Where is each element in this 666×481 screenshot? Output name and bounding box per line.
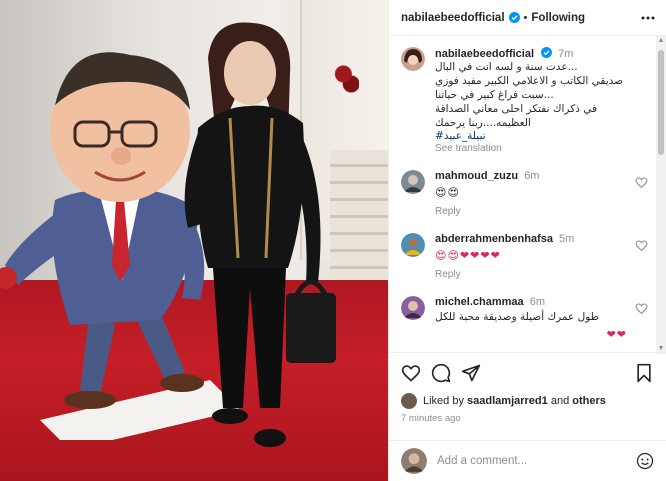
caption-header: nabilaebeedofficial 7m bbox=[435, 47, 648, 60]
comment-time[interactable]: 6m bbox=[524, 170, 539, 182]
heart-icon[interactable] bbox=[635, 239, 648, 252]
caption-line: صديقي الكاتب و الاعلامي الكبير مفيد فوزي bbox=[435, 75, 624, 87]
like-heart-icon[interactable] bbox=[401, 363, 421, 383]
liked-by-others[interactable]: others bbox=[572, 395, 606, 407]
post-photo[interactable] bbox=[0, 0, 388, 481]
liker-avatar[interactable] bbox=[401, 393, 417, 409]
header-username[interactable]: nabilaebeedofficial bbox=[401, 12, 505, 24]
comment-body: abderrahmenbenhafsa 5m 😍😍❤❤❤❤ Reply bbox=[435, 233, 627, 280]
verified-icon bbox=[508, 12, 520, 23]
caption-username[interactable]: nabilaebeedofficial bbox=[435, 48, 534, 60]
emoji-icon[interactable] bbox=[636, 452, 654, 470]
comment-body: mahmoud_zuzu 6m 😍😍 Reply bbox=[435, 170, 627, 217]
following-button[interactable]: Following bbox=[531, 12, 585, 24]
caption-line: ...عدت سنة و لسه انت في البال bbox=[435, 61, 578, 73]
comment-text: طول عمرك أصيلة وصديقة محبة للكل bbox=[435, 311, 599, 323]
verified-icon bbox=[541, 47, 553, 58]
comment-icon[interactable] bbox=[431, 363, 451, 383]
reply-button[interactable]: Reply bbox=[435, 206, 627, 217]
comment-username[interactable]: michel.chammaa bbox=[435, 296, 524, 308]
comment-body: michel.chammaa 6m طول عمرك أصيلة وصديقة … bbox=[435, 296, 627, 341]
comment-item: michel.chammaa 6m طول عمرك أصيلة وصديقة … bbox=[401, 296, 648, 341]
comment-emojis: 😍😍❤❤❤❤ bbox=[435, 249, 501, 262]
caption-text: ...عدت سنة و لسه انت في البال صديقي الكا… bbox=[435, 60, 648, 142]
comment-header: michel.chammaa 6m bbox=[435, 296, 627, 308]
add-comment-input[interactable]: Add a comment... bbox=[437, 455, 636, 467]
comment-time[interactable]: 5m bbox=[559, 233, 574, 245]
save-icon[interactable] bbox=[634, 363, 654, 383]
post-header: nabilaebeedofficial • Following bbox=[389, 0, 666, 36]
post-side-panel: nabilaebeedofficial • Following ▲ ▼ nabi… bbox=[388, 0, 666, 481]
comment-header: mahmoud_zuzu 6m bbox=[435, 170, 627, 182]
heart-icon[interactable] bbox=[635, 176, 648, 189]
heart-icon[interactable] bbox=[635, 302, 648, 315]
reply-button[interactable]: Reply bbox=[435, 269, 627, 280]
caption-time[interactable]: 7m bbox=[558, 48, 573, 60]
posted-time[interactable]: 7 minutes ago bbox=[389, 410, 666, 424]
caption-line: ...سبت فراغ كبير في حياتنا bbox=[435, 89, 554, 101]
post-caption: nabilaebeedofficial 7m ...عدت سنة و لسه … bbox=[401, 42, 648, 154]
commenter-avatar[interactable] bbox=[401, 170, 425, 194]
comment-emojis: 😍😍 bbox=[435, 186, 460, 199]
woman-figure bbox=[184, 22, 336, 447]
caption-body: nabilaebeedofficial 7m ...عدت سنة و لسه … bbox=[435, 47, 648, 154]
caption-line: العظيمه....ربنا يرحمك bbox=[435, 117, 531, 129]
comment-username[interactable]: abderrahmenbenhafsa bbox=[435, 233, 553, 245]
post-actions-bar bbox=[389, 352, 666, 392]
caption-hashtag[interactable]: #نبيلة_عبيد bbox=[435, 130, 648, 142]
comment-item: mahmoud_zuzu 6m 😍😍 Reply bbox=[401, 170, 648, 217]
comment-header: abderrahmenbenhafsa 5m bbox=[435, 233, 627, 245]
liked-by-row: Liked by saadlamjarred1 and others bbox=[389, 392, 666, 410]
comments-list: nabilaebeedofficial 7m ...عدت سنة و لسه … bbox=[389, 36, 666, 352]
see-translation-link[interactable]: See translation bbox=[435, 143, 648, 154]
instagram-post-window: nabilaebeedofficial • Following ▲ ▼ nabi… bbox=[0, 0, 666, 481]
comment-time[interactable]: 6m bbox=[530, 296, 545, 308]
share-icon[interactable] bbox=[461, 363, 481, 383]
liked-by-prefix: Liked by bbox=[423, 395, 464, 407]
owner-avatar[interactable] bbox=[401, 47, 425, 71]
commenter-avatar[interactable] bbox=[401, 233, 425, 257]
more-options-icon[interactable] bbox=[640, 10, 656, 26]
commenter-avatar[interactable] bbox=[401, 296, 425, 320]
current-user-avatar bbox=[401, 448, 427, 474]
liked-by-conj: and bbox=[550, 395, 570, 407]
comment-emojis: ❤❤ bbox=[606, 328, 627, 341]
add-comment-bar: Add a comment... bbox=[389, 440, 666, 481]
caption-line: في ذكراك نفتكر احلى معاني الصداقة bbox=[435, 103, 597, 115]
comment-username[interactable]: mahmoud_zuzu bbox=[435, 170, 518, 182]
liked-by-user[interactable]: saadlamjarred1 bbox=[467, 395, 548, 407]
comment-item: abderrahmenbenhafsa 5m 😍😍❤❤❤❤ Reply bbox=[401, 233, 648, 280]
header-separator: • bbox=[523, 11, 528, 24]
